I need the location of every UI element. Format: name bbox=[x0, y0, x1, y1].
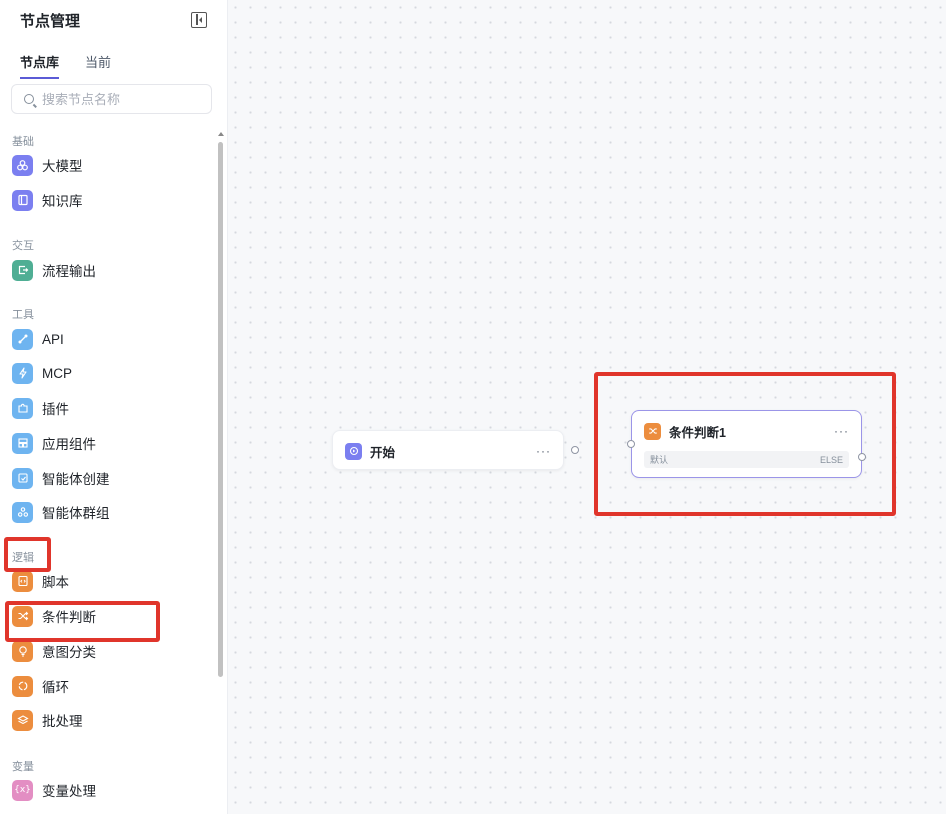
node-item-label: 条件判断 bbox=[42, 610, 96, 625]
tab-current[interactable]: 当前 bbox=[85, 52, 111, 79]
group-title-basic: 基础 bbox=[12, 136, 34, 148]
start-node[interactable]: 开始 ··· bbox=[332, 430, 579, 470]
sidebar-tabs: 节点库 当前 bbox=[20, 52, 111, 79]
node-item-label: 循环 bbox=[42, 680, 69, 695]
node-item-label: 知识库 bbox=[42, 194, 83, 209]
component-icon bbox=[12, 432, 33, 454]
link-icon bbox=[12, 328, 33, 350]
node-item-label: 流程输出 bbox=[42, 264, 96, 279]
agent-create-icon bbox=[12, 467, 33, 489]
node-item-flow-output[interactable]: 流程输出 bbox=[12, 258, 96, 282]
scroll-up-icon[interactable] bbox=[218, 132, 224, 136]
workflow-canvas[interactable]: 开始 ··· 条件判断1 ··· 默认 ELSE bbox=[228, 0, 946, 814]
node-item-label: MCP bbox=[42, 365, 72, 381]
input-port[interactable] bbox=[627, 440, 635, 448]
node-item-label: 意图分类 bbox=[42, 645, 96, 660]
search-input[interactable] bbox=[42, 91, 202, 107]
agent-group-icon bbox=[12, 501, 33, 523]
node-item-label: 大模型 bbox=[42, 159, 83, 174]
bulb-icon bbox=[12, 640, 33, 662]
sidebar-header: 节点管理 bbox=[20, 10, 207, 30]
node-item-script[interactable]: 脚本 bbox=[12, 569, 69, 593]
search-box bbox=[11, 84, 212, 114]
node-item-label: 应用组件 bbox=[42, 437, 96, 452]
branch-default-label: 默认 bbox=[650, 455, 669, 465]
variable-icon: {x} bbox=[12, 779, 33, 801]
group-title-interaction: 交互 bbox=[12, 240, 34, 252]
group-title-tools: 工具 bbox=[12, 309, 34, 321]
branch-row: 默认 ELSE bbox=[644, 451, 849, 468]
node-item-label: 变量处理 bbox=[42, 784, 96, 799]
book-icon bbox=[12, 189, 33, 211]
layers-icon bbox=[12, 709, 33, 731]
node-title: 条件判断1 bbox=[669, 425, 726, 440]
node-item-label: 批处理 bbox=[42, 714, 83, 729]
node-item-agent-create[interactable]: 智能体创建 bbox=[12, 466, 110, 490]
node-title: 开始 bbox=[370, 445, 396, 460]
node-item-label: 智能体创建 bbox=[42, 472, 110, 487]
node-item-label: 智能体群组 bbox=[42, 506, 110, 521]
script-icon bbox=[12, 570, 33, 592]
collapse-sidebar-icon[interactable] bbox=[191, 12, 207, 28]
shuffle-icon bbox=[644, 422, 661, 440]
output-port[interactable] bbox=[571, 446, 579, 454]
more-options-icon[interactable]: ··· bbox=[536, 444, 551, 458]
node-item-variable[interactable]: {x} 变量处理 bbox=[12, 778, 96, 802]
node-item-llm[interactable]: 大模型 bbox=[12, 153, 83, 177]
node-item-app-component[interactable]: 应用组件 bbox=[12, 431, 96, 455]
llm-icon bbox=[12, 154, 33, 176]
shuffle-icon bbox=[12, 605, 33, 627]
node-item-condition[interactable]: 条件判断 bbox=[12, 604, 96, 628]
node-item-label: API bbox=[42, 331, 64, 347]
node-manager-sidebar: 节点管理 节点库 当前 基础 大模型 知识库 交互 流程输出 工具 API bbox=[0, 0, 228, 814]
branch-else-label: ELSE bbox=[819, 454, 843, 465]
lightning-icon bbox=[12, 362, 33, 384]
sidebar-title: 节点管理 bbox=[20, 12, 81, 30]
scrollbar-thumb[interactable] bbox=[218, 142, 223, 677]
group-title-logic: 逻辑 bbox=[12, 552, 34, 564]
sidebar-scrollbar[interactable] bbox=[218, 132, 224, 680]
group-title-variable: 变量 bbox=[12, 761, 34, 773]
node-item-intent-classify[interactable]: 意图分类 bbox=[12, 639, 96, 663]
search-icon bbox=[24, 94, 34, 104]
loop-icon bbox=[12, 675, 33, 697]
node-item-mcp[interactable]: MCP bbox=[12, 361, 72, 385]
node-item-api[interactable]: API bbox=[12, 327, 64, 351]
node-item-loop[interactable]: 循环 bbox=[12, 674, 69, 698]
node-item-label: 插件 bbox=[42, 402, 69, 417]
node-item-agent-group[interactable]: 智能体群组 bbox=[12, 500, 110, 524]
condition-node[interactable]: 条件判断1 ··· 默认 ELSE bbox=[627, 410, 866, 478]
node-item-knowledge-base[interactable]: 知识库 bbox=[12, 188, 83, 212]
tab-node-library[interactable]: 节点库 bbox=[20, 52, 60, 79]
node-item-batch[interactable]: 批处理 bbox=[12, 708, 83, 732]
else-output-port[interactable] bbox=[858, 453, 866, 461]
start-icon bbox=[345, 442, 362, 460]
more-options-icon[interactable]: ··· bbox=[834, 424, 849, 438]
output-icon bbox=[12, 259, 33, 281]
node-item-plugin[interactable]: 插件 bbox=[12, 396, 69, 420]
puzzle-icon bbox=[12, 397, 33, 419]
node-item-label: 脚本 bbox=[42, 575, 69, 590]
